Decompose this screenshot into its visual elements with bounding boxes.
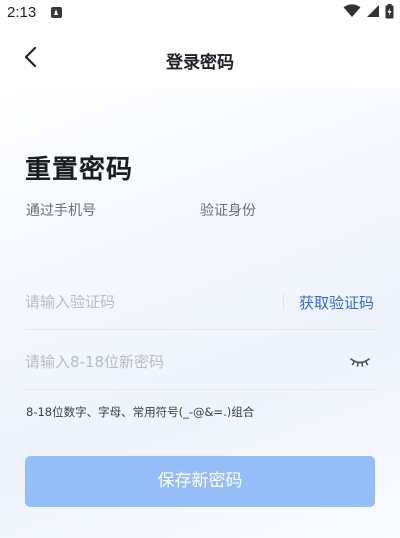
verification-code-row: 获取验证码 xyxy=(25,285,375,330)
reset-password-panel: 重置密码 通过手机号 验证身份 获取验证码 8-18位数字、字母、常用符号(_-… xyxy=(0,88,400,538)
eye-closed-icon[interactable] xyxy=(349,353,371,369)
new-password-input[interactable] xyxy=(25,345,325,379)
verify-subtitle-identity: 验证身份 xyxy=(200,203,256,219)
field-divider xyxy=(283,293,284,310)
battery-icon xyxy=(385,4,394,19)
save-password-button[interactable]: 保存新密码 xyxy=(25,456,375,507)
reset-heading: 重置密码 xyxy=(25,155,134,185)
status-icons xyxy=(343,4,394,22)
navigation-bar: 登录密码 xyxy=(0,28,400,88)
password-rule-hint: 8-18位数字、字母、常用符号(_-@&=.)组合 xyxy=(26,405,255,419)
verify-subtitle-phone: 通过手机号 xyxy=(26,203,96,219)
status-bar: 2:13 xyxy=(0,0,400,28)
new-password-row xyxy=(25,345,375,390)
page-title: 登录密码 xyxy=(166,53,234,73)
status-time: 2:13 xyxy=(7,4,37,21)
app-notification-icon xyxy=(51,7,62,18)
wifi-icon xyxy=(343,4,361,17)
get-code-button[interactable]: 获取验证码 xyxy=(299,292,374,313)
signal-icon xyxy=(366,5,379,17)
verification-code-input[interactable] xyxy=(25,285,275,319)
